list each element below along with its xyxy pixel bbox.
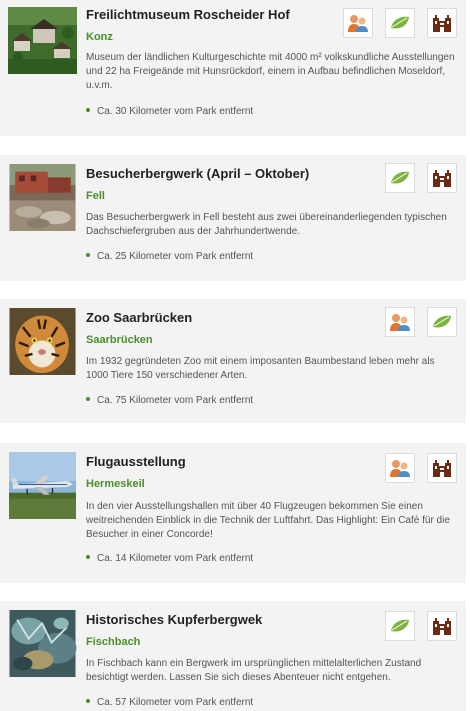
- attraction-description: In Fischbach kann ein Bergwerk im ursprü…: [86, 658, 422, 683]
- attraction-title[interactable]: Zoo Saarbrücken: [86, 310, 192, 325]
- bullet-icon: [86, 397, 90, 402]
- feature-icons: [343, 8, 457, 38]
- bullet-icon: [86, 108, 90, 113]
- feature-icons: [385, 163, 457, 193]
- family-icon[interactable]: [385, 453, 415, 483]
- leaf-icon[interactable]: [427, 307, 457, 337]
- attraction-title[interactable]: Historisches Kupferbergwek: [86, 612, 262, 627]
- attraction-distance: Ca. 57 Kilometer vom Park entfernt: [86, 697, 253, 708]
- attraction-location: Saarbrücken: [86, 334, 153, 346]
- castle-icon[interactable]: [427, 163, 457, 193]
- family-icon[interactable]: [343, 8, 373, 38]
- attraction-card: Zoo Saarbrücken Saarbrücken Im 1932 gegr…: [0, 299, 466, 423]
- attraction-description: In den vier Ausstellungshallen mit über …: [86, 501, 450, 540]
- thumbnail-copper-mine[interactable]: [8, 610, 77, 680]
- castle-icon[interactable]: [427, 8, 457, 38]
- leaf-icon[interactable]: [385, 611, 415, 641]
- thumbnail-zoo[interactable]: [8, 308, 77, 378]
- attraction-title[interactable]: Freilichtmuseum Roscheider Hof: [86, 7, 290, 22]
- thumbnail-mine[interactable]: [8, 164, 77, 234]
- attraction-description: Im 1932 gegründeten Zoo mit einem imposa…: [86, 356, 435, 381]
- attraction-distance: Ca. 75 Kilometer vom Park entfernt: [86, 395, 253, 406]
- feature-icons: [385, 307, 457, 337]
- family-icon[interactable]: [385, 307, 415, 337]
- leaf-icon[interactable]: [385, 8, 415, 38]
- attraction-description: Das Besucherbergwerk in Fell besteht aus…: [86, 212, 447, 237]
- feature-icons: [385, 611, 457, 641]
- attraction-card: Historisches Kupferbergwek Fischbach In …: [0, 601, 466, 711]
- attraction-description: Museum der ländlichen Kulturgeschichte m…: [86, 52, 455, 91]
- feature-icons: [385, 453, 457, 483]
- attraction-distance: Ca. 25 Kilometer vom Park entfernt: [86, 251, 253, 262]
- castle-icon[interactable]: [427, 611, 457, 641]
- attraction-card: Flugausstellung Hermeskeil In den vier A…: [0, 443, 466, 583]
- bullet-icon: [86, 253, 90, 258]
- attraction-location: Fischbach: [86, 636, 141, 648]
- attraction-location: Fell: [86, 190, 105, 202]
- bullet-icon: [86, 699, 90, 704]
- attraction-title[interactable]: Besucherbergwerk (April – Oktober): [86, 166, 309, 181]
- bullet-icon: [86, 555, 90, 560]
- leaf-icon[interactable]: [385, 163, 415, 193]
- attraction-card: Besucherbergwerk (April – Oktober) Fell …: [0, 155, 466, 281]
- thumbnail-aircraft[interactable]: [8, 452, 77, 521]
- attraction-location: Hermeskeil: [86, 478, 145, 490]
- attraction-distance: Ca. 14 Kilometer vom Park entfernt: [86, 553, 253, 564]
- attraction-distance: Ca. 30 Kilometer vom Park entfernt: [86, 106, 253, 117]
- attraction-card: Freilichtmuseum Roscheider Hof Konz Muse…: [0, 0, 466, 136]
- thumbnail-open-air-museum[interactable]: [8, 7, 77, 74]
- attraction-location: Konz: [86, 31, 113, 43]
- castle-icon[interactable]: [427, 453, 457, 483]
- attraction-title[interactable]: Flugausstellung: [86, 454, 186, 469]
